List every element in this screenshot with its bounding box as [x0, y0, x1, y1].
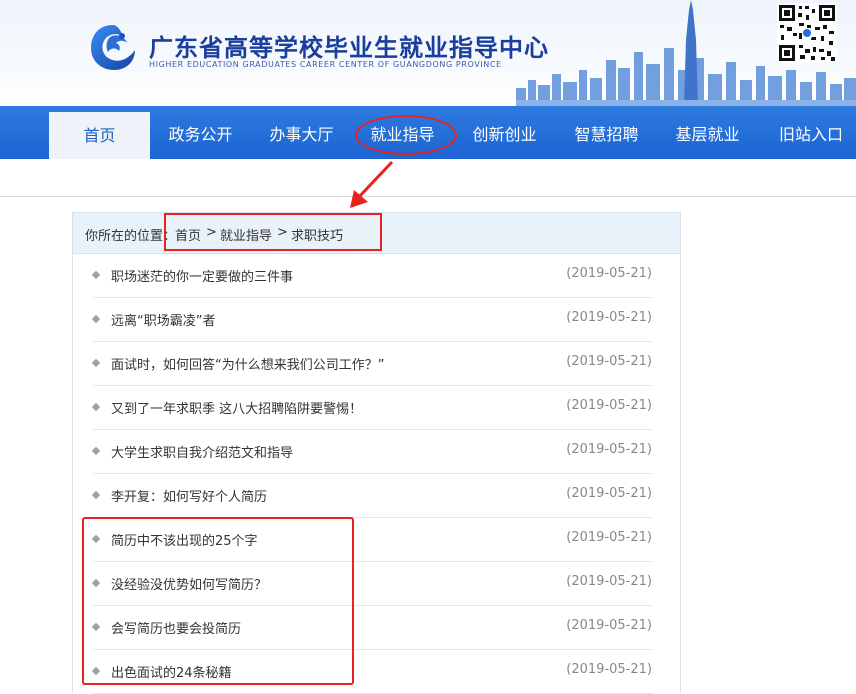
list-item[interactable]: 李开复：如何写好个人简历 (2019-05-21) — [91, 474, 652, 518]
article-date: (2019-05-21) — [566, 662, 652, 677]
article-date: (2019-05-21) — [566, 266, 652, 281]
nav-item-home[interactable]: 首页 — [49, 112, 150, 159]
nav-item-old-site[interactable]: 旧站入口 — [759, 106, 856, 159]
article-title[interactable]: 面试时，如何回答“为什么想来我们公司工作？” — [111, 354, 384, 373]
article-title[interactable]: 职场迷茫的你一定要做的三件事 — [111, 266, 293, 285]
nav-item-smart-recruitment[interactable]: 智慧招聘 — [556, 106, 657, 159]
nav-item-grassroots-employment[interactable]: 基层就业 — [657, 106, 758, 159]
article-title[interactable]: 大学生求职自我介绍范文和指导 — [111, 442, 293, 461]
list-item[interactable]: 面试时，如何回答“为什么想来我们公司工作？” (2019-05-21) — [91, 342, 652, 386]
article-date: (2019-05-21) — [566, 398, 652, 413]
site-subtitle: HIGHER EDUCATION GRADUATES CAREER CENTER… — [149, 60, 502, 69]
guangdong-career-logo-icon[interactable] — [88, 22, 138, 72]
article-title[interactable]: 李开复：如何写好个人简历 — [111, 486, 267, 505]
annotation-ellipse-nav — [355, 115, 457, 155]
article-date: (2019-05-21) — [566, 618, 652, 633]
article-date: (2019-05-21) — [566, 442, 652, 457]
annotation-box-breadcrumb — [164, 213, 382, 251]
list-item[interactable]: 职场迷茫的你一定要做的三件事 (2019-05-21) — [91, 254, 652, 298]
article-date: (2019-05-21) — [566, 574, 652, 589]
site-title: 广东省高等学校毕业生就业指导中心 — [149, 34, 549, 62]
site-header: 广东省高等学校毕业生就业指导中心 HIGHER EDUCATION GRADUA… — [0, 0, 856, 106]
bullet-icon — [91, 402, 101, 412]
nav-item-government-affairs[interactable]: 政务公开 — [150, 106, 251, 159]
annotation-arrow-icon — [350, 160, 394, 208]
bullet-icon — [91, 270, 101, 280]
article-date: (2019-05-21) — [566, 486, 652, 501]
annotation-box-articles — [82, 517, 354, 685]
bullet-icon — [91, 490, 101, 500]
bullet-icon — [91, 314, 101, 324]
list-item[interactable]: 又到了一年求职季 这八大招聘陷阱要警惕！ (2019-05-21) — [91, 386, 652, 430]
nav-item-service-hall[interactable]: 办事大厅 — [251, 106, 352, 159]
divider — [0, 196, 856, 197]
bullet-icon — [91, 446, 101, 456]
qr-code-icon — [777, 3, 837, 63]
bullet-icon — [91, 358, 101, 368]
article-date: (2019-05-21) — [566, 530, 652, 545]
article-title[interactable]: 远离“职场霸凌”者 — [111, 310, 215, 329]
breadcrumb-prefix: 你所在的位置： — [85, 229, 177, 244]
list-item[interactable]: 远离“职场霸凌”者 (2019-05-21) — [91, 298, 652, 342]
article-date: (2019-05-21) — [566, 354, 652, 369]
nav-item-innovation[interactable]: 创新创业 — [454, 106, 555, 159]
list-item[interactable]: 大学生求职自我介绍范文和指导 (2019-05-21) — [91, 430, 652, 474]
article-date: (2019-05-21) — [566, 310, 652, 325]
article-title[interactable]: 又到了一年求职季 这八大招聘陷阱要警惕！ — [111, 398, 362, 417]
